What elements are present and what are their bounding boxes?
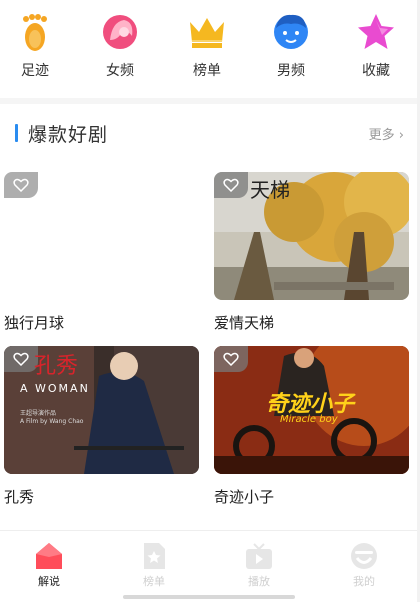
favorite-button[interactable] bbox=[4, 346, 38, 372]
tv-play-icon bbox=[246, 543, 272, 569]
nav-item-ranking[interactable]: 榜单 bbox=[172, 10, 242, 80]
footprint-icon bbox=[23, 14, 47, 51]
drama-title: 独行月球 bbox=[4, 314, 65, 332]
male-avatar-icon bbox=[274, 14, 308, 49]
category-nav: 足迹 女频 榜单 男频 收藏 bbox=[0, 10, 420, 92]
star-icon bbox=[358, 14, 394, 49]
section-title: 爆款好剧 bbox=[28, 124, 109, 146]
drama-title: 爱情天梯 bbox=[214, 314, 275, 332]
favorite-button[interactable] bbox=[214, 172, 248, 198]
drama-title: 奇迹小子 bbox=[214, 488, 275, 506]
heart-icon bbox=[223, 352, 239, 366]
home-icon bbox=[36, 543, 62, 569]
heart-icon bbox=[13, 352, 29, 366]
nav-label: 男频 bbox=[277, 63, 305, 79]
tab-ranking[interactable]: 榜单 bbox=[124, 541, 184, 589]
drama-thumbnail: 奇迹小子 Miracle boy bbox=[214, 346, 409, 474]
drama-card[interactable]: 天梯 爱情天梯 bbox=[214, 172, 409, 333]
chevron-right-icon: › bbox=[398, 128, 404, 143]
favorite-button[interactable] bbox=[214, 346, 248, 372]
tab-label: 解说 bbox=[38, 575, 60, 588]
heart-icon bbox=[223, 178, 239, 192]
section-accent-bar bbox=[15, 124, 18, 142]
nav-label: 女频 bbox=[106, 63, 134, 79]
crown-icon bbox=[190, 18, 224, 48]
nav-item-male[interactable]: 男频 bbox=[256, 10, 326, 80]
heart-icon bbox=[13, 178, 29, 192]
bottom-tab-bar: 解说 榜单 播放 我的 bbox=[0, 530, 420, 602]
poster-subtitle: A WOMAN bbox=[20, 382, 90, 395]
section-divider bbox=[0, 98, 420, 104]
poster-subtitle: Miracle boy bbox=[280, 414, 338, 425]
tab-label: 播放 bbox=[248, 575, 270, 588]
more-label: 更多 bbox=[368, 128, 395, 143]
female-avatar-icon bbox=[103, 15, 137, 49]
home-indicator[interactable] bbox=[123, 595, 295, 599]
drama-title: 孔秀 bbox=[4, 488, 35, 506]
poster-credit-en: A Film by Wang Chao bbox=[20, 418, 84, 425]
nav-item-footprint[interactable]: 足迹 bbox=[0, 10, 70, 80]
tab-commentary[interactable]: 解说 bbox=[19, 541, 79, 589]
tab-label: 我的 bbox=[353, 575, 375, 588]
profile-icon bbox=[351, 543, 377, 569]
favorite-button[interactable] bbox=[4, 172, 38, 198]
nav-item-favorites[interactable]: 收藏 bbox=[341, 10, 411, 80]
tab-play[interactable]: 播放 bbox=[229, 541, 289, 589]
nav-label: 收藏 bbox=[362, 63, 390, 79]
nav-label: 足迹 bbox=[21, 63, 49, 79]
ranking-icon bbox=[144, 543, 165, 569]
drama-card[interactable]: 孔秀 A WOMAN 王超导演作品 A Film by Wang Chao 孔秀 bbox=[4, 346, 199, 507]
drama-card[interactable]: 奇迹小子 Miracle boy 奇迹小子 bbox=[214, 346, 409, 507]
drama-thumbnail: 天梯 bbox=[214, 172, 409, 300]
tab-label: 榜单 bbox=[143, 575, 165, 588]
section-header: 爆款好剧 更多 › bbox=[0, 118, 420, 150]
poster-title: 孔秀 bbox=[34, 354, 79, 379]
drama-thumbnail bbox=[4, 172, 199, 300]
nav-item-female[interactable]: 女频 bbox=[85, 10, 155, 80]
poster-credit-cn: 王超导演作品 bbox=[20, 410, 57, 417]
poster-title: 天梯 bbox=[250, 178, 290, 202]
drama-thumbnail: 孔秀 A WOMAN 王超导演作品 A Film by Wang Chao bbox=[4, 346, 199, 474]
nav-label: 榜单 bbox=[193, 63, 221, 79]
drama-card[interactable]: 独行月球 bbox=[4, 172, 199, 333]
more-link[interactable]: 更多 › bbox=[369, 124, 404, 143]
tab-mine[interactable]: 我的 bbox=[334, 541, 394, 589]
